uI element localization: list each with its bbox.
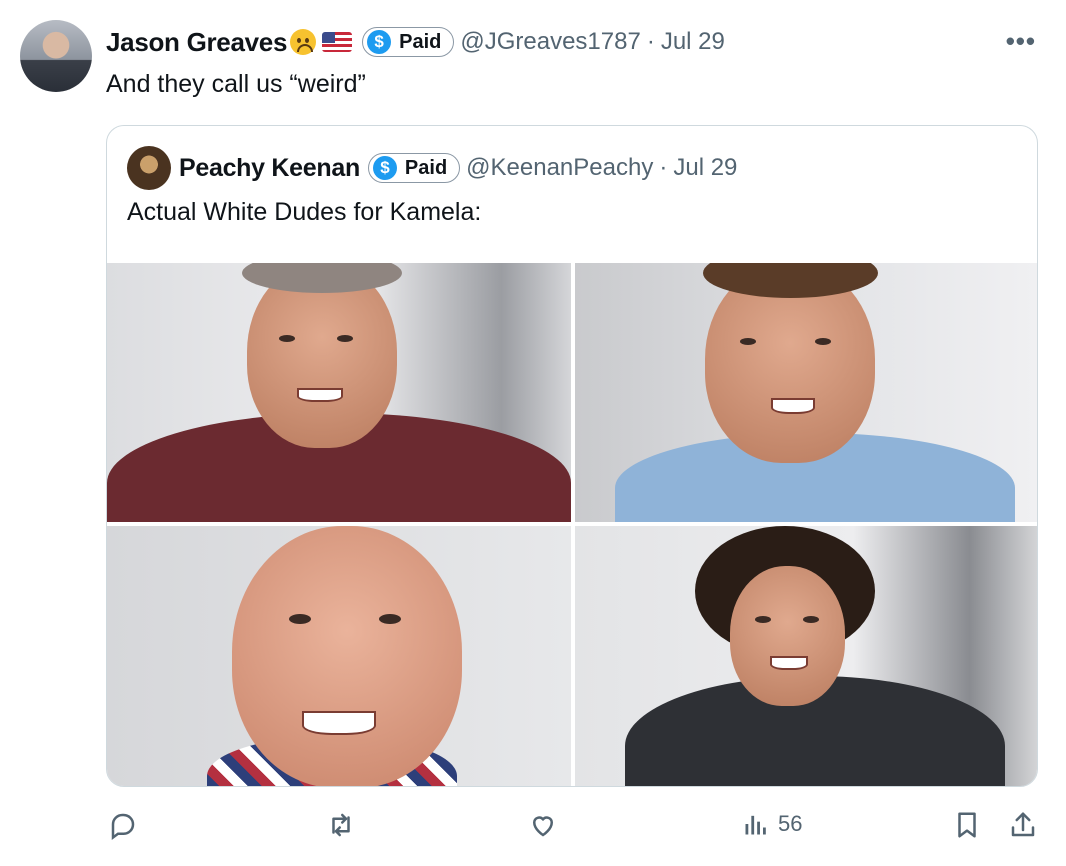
tweet-date[interactable]: Jul 29 xyxy=(661,28,725,56)
like-button[interactable] xyxy=(528,810,558,840)
photo-man-blue-shirt[interactable] xyxy=(575,263,1037,522)
views-button[interactable]: 56 xyxy=(742,810,802,838)
reply-button[interactable] xyxy=(108,810,138,840)
like-icon xyxy=(532,816,554,837)
views-icon xyxy=(745,815,766,835)
quoted-tweet[interactable]: Peachy Keenan $ Paid @KeenanPeachy · Jul… xyxy=(106,125,1038,787)
photo-bald-man-smiling[interactable] xyxy=(107,526,571,786)
us-flag-icon xyxy=(322,32,353,52)
repost-button[interactable] xyxy=(326,810,356,840)
photo-man-maroon-shirt[interactable] xyxy=(107,263,571,522)
bookmark-icon xyxy=(958,812,976,838)
quoted-date[interactable]: Jul 29 xyxy=(673,154,737,182)
author-handle[interactable]: @JGreaves1787 xyxy=(460,28,640,56)
quoted-handle[interactable]: @KeenanPeachy xyxy=(466,154,653,182)
share-button[interactable] xyxy=(1008,810,1038,840)
photo-grid xyxy=(107,263,1037,786)
quoted-paid-badge[interactable]: $ Paid xyxy=(367,153,461,183)
author-name[interactable]: Jason Greaves xyxy=(106,27,287,58)
share-icon xyxy=(1011,812,1035,837)
bookmark-button[interactable] xyxy=(952,810,982,840)
quoted-paid-label: Paid xyxy=(404,156,448,179)
photo-curly-hair-man[interactable] xyxy=(575,526,1037,786)
reply-icon xyxy=(111,813,135,840)
meta-separator: · xyxy=(646,28,655,55)
quoted-author-name[interactable]: Peachy Keenan xyxy=(179,154,360,183)
tweet-header: Jason Greaves $ Paid @JGreaves1787 · Jul… xyxy=(106,24,725,60)
quoted-text: Actual White Dudes for Kamela: xyxy=(127,198,482,226)
author-avatar[interactable] xyxy=(20,20,92,92)
tweet-text: And they call us “weird” xyxy=(106,70,366,98)
paid-label: Paid xyxy=(399,30,442,53)
upside-down-face-icon xyxy=(290,29,317,55)
action-bar: 56 xyxy=(0,810,1066,850)
paid-badge[interactable]: $ Paid xyxy=(362,27,455,57)
quoted-meta-separator: · xyxy=(659,154,668,181)
quoted-header: Peachy Keenan $ Paid @KeenanPeachy · Jul… xyxy=(127,146,737,190)
repost-icon xyxy=(332,813,350,837)
views-count: 56 xyxy=(778,811,803,836)
dollar-icon: $ xyxy=(372,156,397,180)
quoted-avatar[interactable] xyxy=(127,146,171,190)
more-options-icon[interactable]: ••• xyxy=(1006,26,1036,57)
dollar-icon: $ xyxy=(367,30,392,54)
